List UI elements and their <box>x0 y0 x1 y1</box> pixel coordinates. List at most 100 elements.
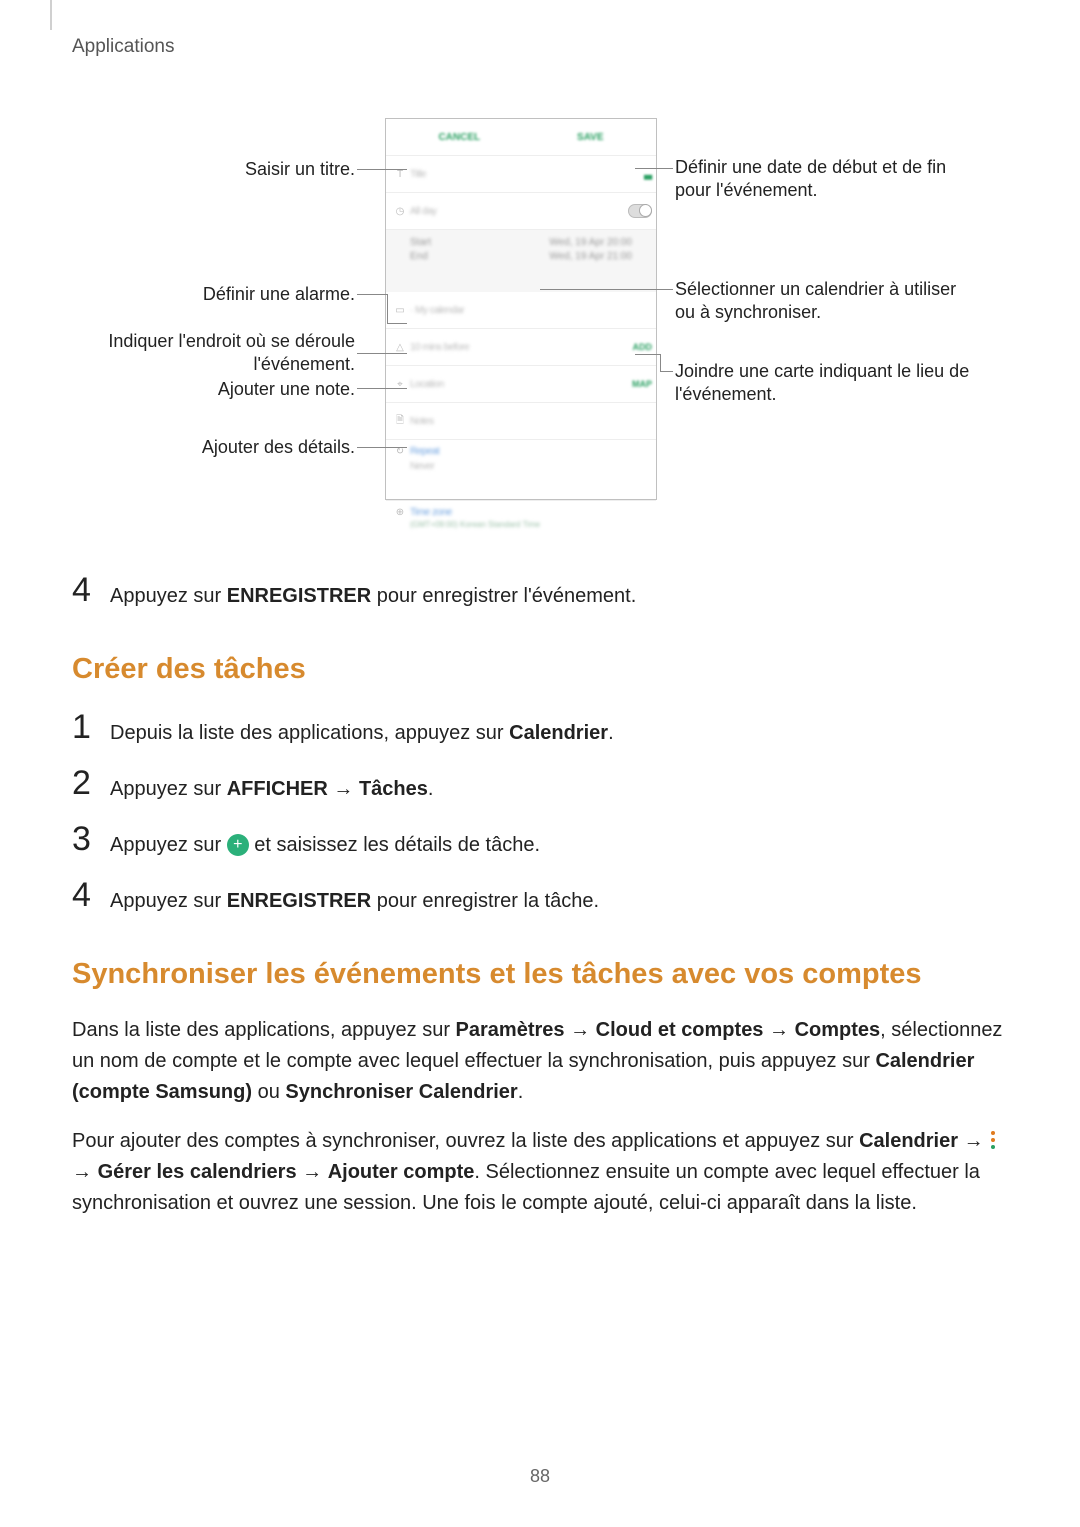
bold: AFFICHER <box>227 778 328 800</box>
allday-toggle[interactable] <box>628 204 652 218</box>
lead <box>357 294 387 295</box>
bold: Calendrier <box>509 722 608 744</box>
text: . <box>428 778 434 800</box>
step-4-event: 4 Appuyez sur ENREGISTRER pour enregistr… <box>72 573 1008 611</box>
task-step-2: 2 Appuyez sur AFFICHER → Tâches. <box>72 766 1008 804</box>
bold: Comptes <box>795 1019 881 1041</box>
bell-icon: △ <box>390 342 410 353</box>
lead <box>357 388 407 389</box>
start-value[interactable]: Wed, 19 Apr 20:00 <box>549 237 632 248</box>
cancel-button[interactable]: CANCEL <box>438 132 480 143</box>
arrow: → <box>565 1019 596 1041</box>
bold: ENREGISTRER <box>227 890 371 912</box>
arrow: → <box>297 1161 328 1183</box>
text: Appuyez sur <box>110 778 227 800</box>
mock-title-row: T Title ▃ <box>386 156 656 193</box>
mock-allday-row: ◷ All day <box>386 193 656 230</box>
page-number: 88 <box>0 1466 1080 1487</box>
step-number: 3 <box>72 822 110 856</box>
repeat-label[interactable]: Repeat <box>410 446 439 457</box>
reminder-add[interactable]: ADD <box>633 342 653 352</box>
mock-time-block: Start Wed, 19 Apr 20:00 End Wed, 19 Apr 21… <box>386 230 656 292</box>
text: pour enregistrer l'événement. <box>371 585 636 607</box>
sync-paragraph-2: Pour ajouter des comptes à synchroniser,… <box>72 1126 1008 1219</box>
text: Depuis la liste des applications, appuye… <box>110 722 509 744</box>
bold: Synchroniser Calendrier <box>285 1081 517 1103</box>
arrow: → <box>72 1161 98 1183</box>
map-button[interactable]: MAP <box>632 379 652 389</box>
bold: Tâches <box>359 778 428 800</box>
event-editor-figure: CANCEL SAVE T Title ▃ ◷ All day Start Wed… <box>75 118 1005 513</box>
tz-label[interactable]: Time zone <box>410 507 540 518</box>
step-number: 2 <box>72 766 110 800</box>
end-value[interactable]: Wed, 19 Apr 21:00 <box>549 251 632 262</box>
callout-details: Ajouter des détails. <box>75 436 355 459</box>
heading-sync: Synchroniser les événements et les tâche… <box>72 958 1008 991</box>
heading-create-tasks: Créer des tâches <box>72 653 1008 686</box>
page-top-mark <box>50 0 52 30</box>
task-step-4: 4 Appuyez sur ENREGISTRER pour enregistr… <box>72 878 1008 916</box>
text: ou <box>252 1081 285 1103</box>
task-step-3: 3 Appuyez sur + et saisissez les détails… <box>72 822 1008 860</box>
reminder-field[interactable]: 10 mins before <box>410 342 633 353</box>
mock-top-actions: CANCEL SAVE <box>386 119 656 156</box>
mock-notes-row: 🗎 Notes <box>386 403 656 440</box>
title-field[interactable]: Title <box>410 169 644 180</box>
globe-icon: ⊕ <box>390 507 410 518</box>
text: Dans la liste des applications, appuyez … <box>72 1019 456 1041</box>
text: Appuyez sur <box>110 585 227 607</box>
start-label: Start <box>410 237 431 248</box>
lead <box>387 323 407 324</box>
text: Appuyez sur <box>110 834 227 856</box>
task-step-1: 1 Depuis la liste des applications, appu… <box>72 710 1008 748</box>
callout-alarm: Définir une alarme. <box>75 283 355 306</box>
color-chip[interactable]: ▃ <box>644 169 652 180</box>
bold: Calendrier <box>859 1130 958 1152</box>
mock-repeat-row: ↻ Repeat Never <box>386 440 656 501</box>
lead <box>635 354 660 355</box>
clock-icon: ◷ <box>390 206 410 217</box>
text: . <box>518 1081 524 1103</box>
sync-paragraph-1: Dans la liste des applications, appuyez … <box>72 1015 1008 1108</box>
phone-mock: CANCEL SAVE T Title ▃ ◷ All day Start Wed… <box>385 118 657 500</box>
location-field[interactable]: Location <box>410 379 632 390</box>
section-header: Applications <box>72 36 1008 58</box>
bold: Cloud et comptes <box>596 1019 764 1041</box>
callout-place: Indiquer l'endroit où se déroule l'événe… <box>75 330 355 377</box>
callout-date: Définir une date de début et de fin pour… <box>675 156 975 203</box>
lead <box>387 294 388 323</box>
allday-label: All day <box>410 206 628 217</box>
lead <box>540 289 673 290</box>
repeat-value: Never <box>410 461 439 472</box>
lead <box>635 168 673 169</box>
arrow: → <box>958 1130 989 1152</box>
callout-calendar: Sélectionner un calendrier à utiliser ou… <box>675 278 975 325</box>
text: Pour ajouter des comptes à synchroniser,… <box>72 1130 859 1152</box>
calendar-icon: ▭ <box>390 305 410 316</box>
callout-title: Saisir un titre. <box>75 158 355 181</box>
note-icon: 🗎 <box>390 413 410 430</box>
text: et saisissez les détails de tâche. <box>249 834 540 856</box>
save-button[interactable]: SAVE <box>577 132 604 143</box>
more-options-icon <box>989 1131 997 1149</box>
lead <box>357 353 407 354</box>
plus-icon: + <box>227 834 249 856</box>
text: . <box>608 722 614 744</box>
notes-field[interactable]: Notes <box>410 416 652 427</box>
lead <box>357 169 407 170</box>
bold: Ajouter compte <box>328 1161 475 1183</box>
arrow: → <box>328 778 359 800</box>
lead <box>660 371 673 372</box>
callout-map: Joindre une carte indiquant le lieu de l… <box>675 360 975 407</box>
step-number: 4 <box>72 878 110 912</box>
text: pour enregistrer la tâche. <box>371 890 599 912</box>
lead <box>660 354 661 371</box>
end-label: End <box>410 251 428 262</box>
callout-note: Ajouter une note. <box>75 378 355 401</box>
calendar-field[interactable]: · My calendar <box>410 305 652 316</box>
lead <box>357 447 407 448</box>
bold: Paramètres <box>456 1019 565 1041</box>
text: Appuyez sur <box>110 890 227 912</box>
mock-calendar-row: ▭ · My calendar <box>386 292 656 329</box>
step-number: 1 <box>72 710 110 744</box>
